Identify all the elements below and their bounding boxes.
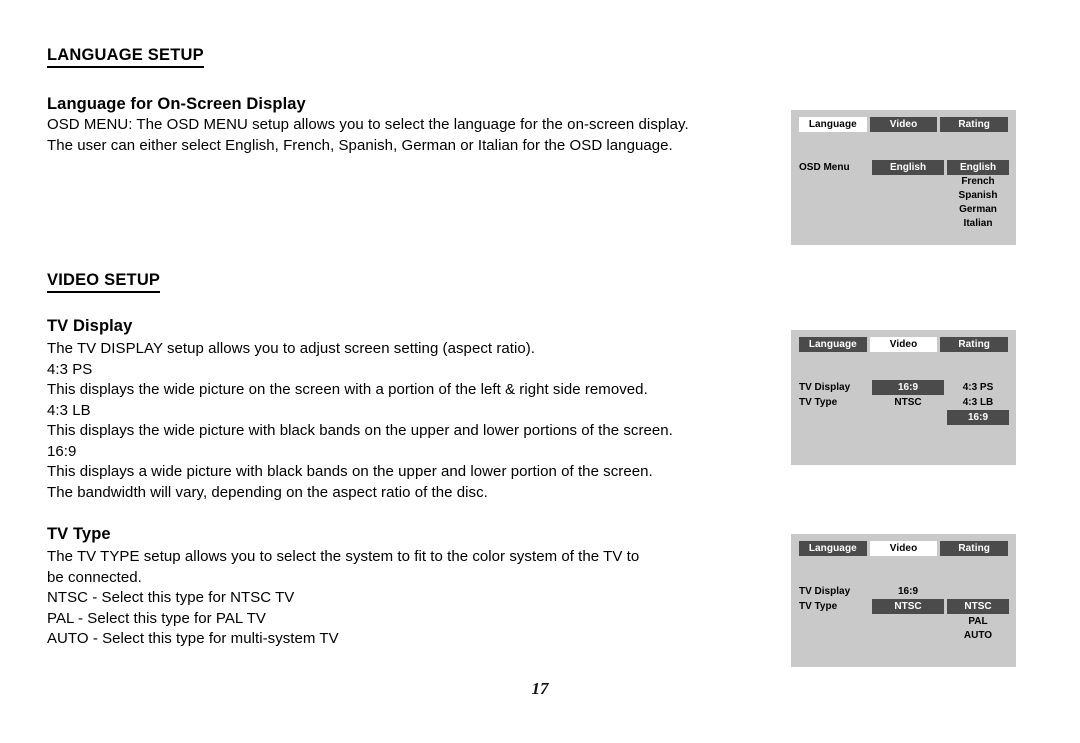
osd-tab-bar: Language Video Rating (799, 337, 1009, 352)
osd-body: TV Display 16:9 TV Type NTSC NTSC PAL AU… (791, 578, 1016, 668)
osd-screenshot-tv-type: Language Video Rating TV Display 16:9 TV… (791, 534, 1016, 667)
page-number: 17 (531, 679, 549, 698)
tv-type-body-line: PAL - Select this type for PAL TV (47, 609, 266, 627)
tv-display-body-line: This displays the wide picture with blac… (47, 422, 673, 439)
tv-type-body-block: The TV TYPE setup allows you to select t… (47, 547, 639, 650)
osd-tab-language[interactable]: Language (799, 337, 867, 352)
osd-option-english[interactable]: English (947, 160, 1009, 175)
manual-page: LANGUAGE SETUP Language for On-Screen Di… (0, 0, 1080, 743)
tv-display-body-line: The TV DISPLAY setup allows you to adjus… (47, 340, 536, 357)
osd-screenshot-language: Language Video Rating OSD Menu English E… (791, 110, 1016, 245)
tv-display-body-block: The TV DISPLAY setup allows you to adjus… (47, 339, 673, 503)
osd-screenshot-tv-display: Language Video Rating TV Display 16:9 TV… (791, 330, 1016, 465)
osd-row: TV Display 16:9 (791, 584, 1016, 599)
osd-row-value[interactable]: NTSC (872, 395, 944, 410)
tv-type-body-line: NTSC - Select this type for NTSC TV (47, 589, 295, 606)
osd-option-german[interactable]: German (947, 202, 1009, 217)
osd-tab-rating[interactable]: Rating (940, 541, 1009, 556)
video-setup-heading-block: VIDEO SETUP (47, 270, 161, 293)
osd-option-4-3-lb[interactable]: 4:3 LB (947, 395, 1009, 410)
language-subheading: Language for On-Screen Display (47, 95, 306, 113)
tv-display-subheading-block: TV Display (47, 315, 132, 337)
osd-row-label: TV Type (799, 397, 838, 408)
osd-option-ntsc[interactable]: NTSC (947, 599, 1009, 614)
osd-row-value[interactable]: 16:9 (872, 380, 944, 395)
osd-option-16-9[interactable]: 16:9 (947, 410, 1009, 425)
language-body-block: OSD MENU: The OSD MENU setup allows you … (47, 115, 689, 156)
osd-body: TV Display 16:9 TV Type NTSC 4:3 PS 4:3 … (791, 374, 1016, 464)
osd-row-label: OSD Menu (799, 162, 850, 173)
language-setup-heading: LANGUAGE SETUP (47, 45, 204, 68)
osd-row-label: TV Display (799, 586, 851, 597)
language-body-line: The user can either select English, Fren… (47, 136, 673, 154)
language-subheading-block: Language for On-Screen Display (47, 93, 306, 115)
osd-body: OSD Menu English English French Spanish … (791, 154, 1016, 244)
osd-tab-language[interactable]: Language (799, 541, 867, 556)
osd-tab-video[interactable]: Video (869, 337, 938, 352)
osd-tab-bar: Language Video Rating (799, 117, 1009, 132)
language-body-line: OSD MENU: The OSD MENU setup allows you … (47, 116, 689, 133)
osd-row-label: TV Display (799, 382, 851, 393)
tv-display-body-line: This displays the wide picture on the sc… (47, 381, 648, 398)
osd-tab-video[interactable]: Video (869, 541, 938, 556)
osd-option-italian[interactable]: Italian (947, 216, 1009, 231)
osd-row-value[interactable]: English (872, 160, 944, 175)
tv-display-subheading: TV Display (47, 317, 133, 335)
osd-row-value[interactable]: 16:9 (872, 584, 944, 599)
tv-display-body-line: The bandwidth will vary, depending on th… (47, 483, 488, 501)
osd-option-auto[interactable]: AUTO (947, 628, 1009, 643)
tv-display-body-line: 16:9 (47, 442, 77, 460)
tv-type-body-line: The TV TYPE setup allows you to select t… (47, 548, 640, 565)
tv-type-body-line: AUTO - Select this type for multi-system… (47, 630, 339, 647)
osd-option-4-3-ps[interactable]: 4:3 PS (947, 380, 1009, 395)
tv-type-subheading: TV Type (47, 525, 111, 543)
text-column: LANGUAGE SETUP Language for On-Screen Di… (47, 45, 747, 647)
tv-display-body-line: 4:3 LB (47, 401, 91, 419)
osd-tab-rating[interactable]: Rating (940, 117, 1009, 132)
osd-tab-bar: Language Video Rating (799, 541, 1009, 556)
osd-tab-video[interactable]: Video (869, 117, 938, 132)
tv-type-subheading-block: TV Type (47, 523, 111, 545)
tv-display-body-line: 4:3 PS (47, 360, 93, 378)
osd-option-french[interactable]: French (947, 174, 1009, 189)
osd-option-pal[interactable]: PAL (947, 614, 1009, 629)
osd-tab-rating[interactable]: Rating (940, 337, 1009, 352)
osd-tab-language[interactable]: Language (799, 117, 867, 132)
video-setup-heading: VIDEO SETUP (47, 270, 161, 293)
osd-row-value[interactable]: NTSC (872, 599, 944, 614)
osd-row-label: TV Type (799, 601, 838, 612)
osd-option-spanish[interactable]: Spanish (947, 188, 1009, 203)
tv-display-body-line: This displays a wide picture with black … (47, 463, 653, 480)
tv-type-body-line: be connected. (47, 568, 142, 586)
